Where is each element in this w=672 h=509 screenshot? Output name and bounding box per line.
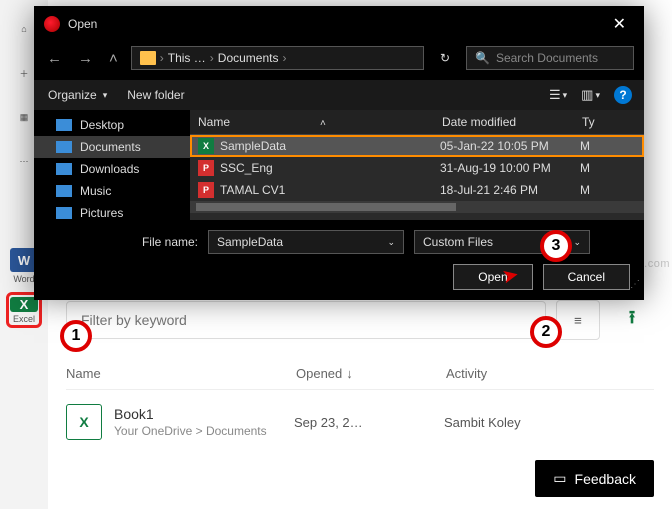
chevron-down-icon[interactable]: ⌄: [387, 237, 395, 248]
chat-icon: ▭: [553, 470, 566, 487]
excel-file-icon: X: [66, 404, 102, 440]
search-input[interactable]: 🔍 Search Documents: [466, 46, 634, 70]
upload-button[interactable]: ⭱: [610, 300, 654, 340]
excel-label: Excel: [13, 314, 35, 324]
annotation-2: 2: [530, 316, 562, 348]
file-list: Name˄ Date modified Ty X SampleData 05-J…: [190, 110, 644, 220]
filename-input[interactable]: SampleData ⌄: [208, 230, 404, 254]
column-header-date[interactable]: Date modified: [442, 115, 582, 129]
tree-music[interactable]: Music: [34, 180, 190, 202]
preview-pane-button[interactable]: ▥ ▾: [581, 87, 600, 103]
horizontal-scrollbar[interactable]: [190, 201, 644, 213]
file-name: Book1: [114, 406, 294, 422]
folder-icon: [140, 51, 156, 65]
dialog-titlebar: Open ✕: [34, 6, 644, 42]
file-activity: Sambit Koley: [444, 415, 564, 430]
music-icon: [56, 185, 72, 197]
column-activity[interactable]: Activity: [446, 366, 546, 381]
breadcrumb-folder[interactable]: Documents: [218, 51, 279, 65]
desktop-icon: [56, 119, 72, 131]
resize-grip[interactable]: ⋰: [630, 279, 640, 290]
file-opened: Sep 23, 2…: [294, 415, 444, 430]
file-row[interactable]: X SampleData 05-Jan-22 10:05 PM M: [190, 135, 644, 157]
file-row[interactable]: P TAMAL CV1 18-Jul-21 2:46 PM M: [190, 179, 644, 201]
opera-icon: [44, 16, 60, 32]
close-button[interactable]: ✕: [605, 12, 634, 36]
organize-menu[interactable]: Organize▾: [48, 88, 107, 102]
column-name[interactable]: Name: [66, 366, 296, 381]
list-header: Name Opened↓ Activity: [66, 358, 654, 390]
chevron-down-icon: ↓: [346, 366, 353, 381]
search-icon: 🔍: [475, 51, 490, 65]
documents-icon: [56, 141, 72, 153]
sort-arrow-icon: ˄: [320, 118, 326, 129]
annotation-3: 3: [540, 230, 572, 262]
word-label: Word: [13, 274, 34, 284]
xlsx-icon: X: [198, 138, 214, 154]
pdf-icon: P: [198, 182, 214, 198]
feedback-label: Feedback: [575, 471, 636, 487]
open-button[interactable]: Open: [453, 264, 532, 290]
new-folder-button[interactable]: New folder: [127, 88, 184, 102]
pictures-icon: [56, 207, 72, 219]
tree-downloads[interactable]: Downloads: [34, 158, 190, 180]
breadcrumb-root[interactable]: This …: [168, 51, 206, 65]
column-opened[interactable]: Opened↓: [296, 366, 446, 381]
annotation-1: 1: [60, 320, 92, 352]
folder-tree: Desktop Documents Downloads Music Pictur…: [34, 110, 190, 220]
refresh-button[interactable]: ↻: [434, 47, 456, 69]
breadcrumb[interactable]: › This … › Documents ›: [131, 46, 424, 70]
file-path: Your OneDrive > Documents: [114, 424, 294, 438]
filter-input[interactable]: [66, 301, 546, 339]
back-button[interactable]: ←: [44, 48, 65, 69]
cancel-button[interactable]: Cancel: [543, 264, 630, 290]
tree-pictures[interactable]: Pictures: [34, 202, 190, 224]
column-header-name[interactable]: Name˄: [198, 115, 442, 129]
up-button[interactable]: ˄: [106, 48, 121, 69]
list-item[interactable]: X Book1 Your OneDrive > Documents Sep 23…: [66, 390, 654, 454]
feedback-button[interactable]: ▭ Feedback: [535, 460, 654, 497]
search-placeholder: Search Documents: [496, 51, 598, 65]
help-button[interactable]: ?: [614, 86, 632, 104]
forward-button[interactable]: →: [75, 48, 96, 69]
dialog-title: Open: [68, 17, 97, 31]
view-list-button[interactable]: ☰ ▾: [549, 87, 567, 103]
pdf-icon: P: [198, 160, 214, 176]
column-header-type[interactable]: Ty: [582, 115, 602, 129]
filter-button[interactable]: ≡: [556, 300, 600, 340]
filename-label: File name:: [48, 235, 198, 249]
tree-desktop[interactable]: Desktop: [34, 114, 190, 136]
downloads-icon: [56, 163, 72, 175]
chevron-down-icon: ▾: [103, 90, 108, 101]
chevron-down-icon[interactable]: ⌄: [573, 237, 581, 248]
tree-documents[interactable]: Documents: [34, 136, 190, 158]
file-row[interactable]: P SSC_Eng 31-Aug-19 10:00 PM M: [190, 157, 644, 179]
